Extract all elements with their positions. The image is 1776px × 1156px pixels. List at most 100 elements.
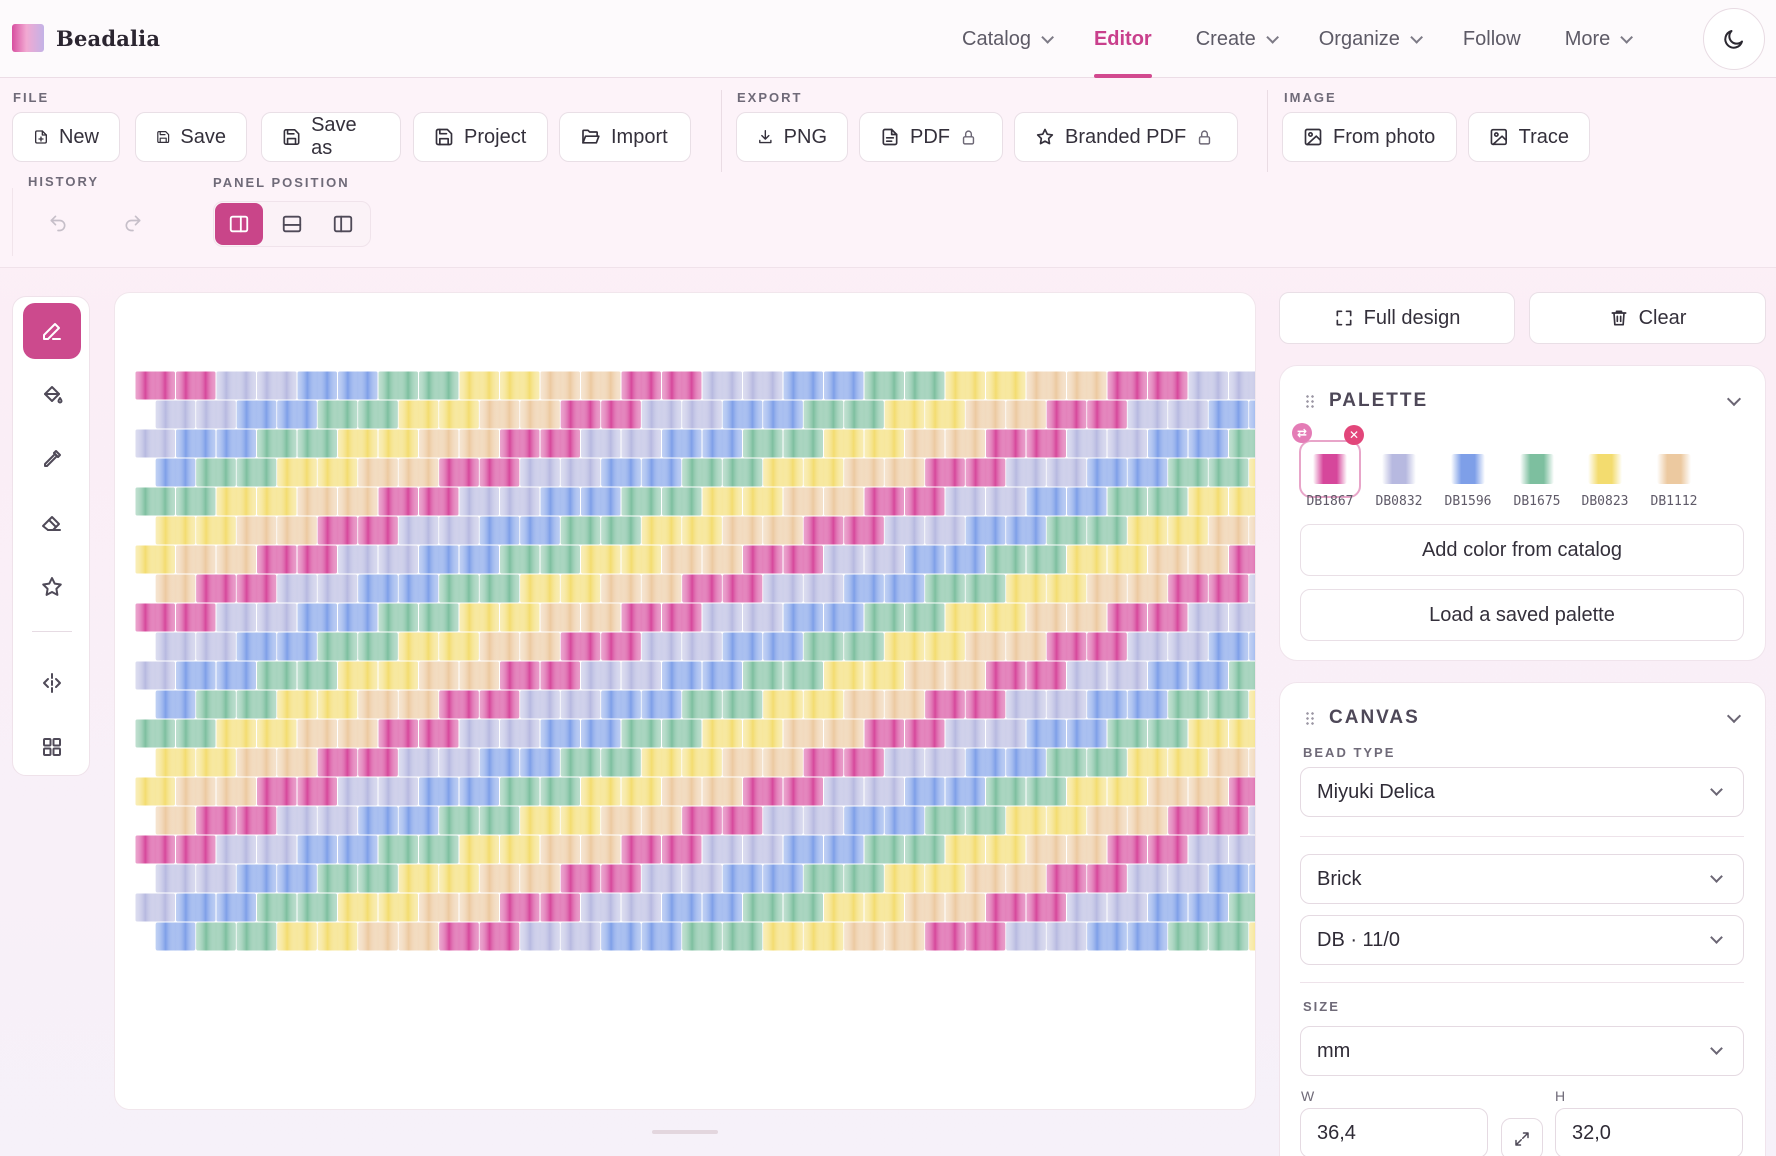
bead-sheen — [236, 748, 277, 777]
bead-sheen — [378, 719, 418, 748]
save-as-button[interactable]: Save as — [261, 112, 401, 162]
pencil-tool[interactable] — [23, 303, 81, 359]
canvas-scroll-handle[interactable] — [652, 1130, 718, 1134]
width-input[interactable]: 36,4 — [1300, 1108, 1488, 1156]
swap-icon[interactable]: ⇄ — [1292, 423, 1312, 443]
nav-item-follow[interactable]: Follow — [1441, 0, 1543, 78]
nav-item-catalog[interactable]: Catalog — [940, 0, 1072, 78]
bead-sheen — [236, 458, 277, 487]
new-button[interactable]: New — [12, 112, 120, 162]
bead-sheen — [1168, 516, 1208, 545]
fill-tool[interactable] — [23, 367, 81, 423]
bead-sheen — [520, 690, 560, 719]
palette-swatch-2[interactable] — [1437, 440, 1499, 498]
unit-value: mm — [1317, 1039, 1351, 1062]
panel-position-right-button[interactable] — [215, 203, 263, 245]
bead-size-select[interactable]: DB · 11/0 — [1300, 915, 1744, 965]
redo-button[interactable] — [103, 201, 163, 245]
nav-item-create[interactable]: Create — [1174, 0, 1297, 78]
file-section-label: FILE — [13, 90, 50, 105]
bead-sheen — [439, 922, 479, 951]
bead-sheen — [581, 661, 621, 690]
bead-sheen — [500, 835, 540, 864]
import-button[interactable]: Import — [559, 112, 691, 162]
clear-button[interactable]: Clear — [1529, 292, 1766, 344]
add-color-from-catalog-button[interactable]: Add color from catalog — [1300, 524, 1744, 576]
bead-type-select[interactable]: Miyuki Delica — [1300, 767, 1744, 817]
bead-sheen — [317, 516, 358, 545]
grid-tool[interactable] — [23, 719, 81, 775]
theme-toggle-button[interactable] — [1703, 8, 1765, 70]
bead-sheen — [196, 922, 236, 951]
bead-sheen — [965, 458, 1006, 487]
bead-sheen — [1006, 516, 1046, 545]
full-design-button[interactable]: Full design — [1279, 292, 1515, 344]
palette-swatch-5[interactable] — [1643, 440, 1705, 498]
palette-swatch-1[interactable] — [1368, 440, 1430, 498]
bead-sheen — [884, 632, 925, 661]
eraser-tool[interactable] — [23, 495, 81, 551]
palette-swatch-3[interactable] — [1506, 440, 1568, 498]
bead-sheen — [459, 545, 499, 574]
panel-position-bottom-button[interactable] — [268, 203, 316, 245]
favorite-tool[interactable] — [23, 559, 81, 615]
project-button[interactable]: Project — [413, 112, 548, 162]
bead-sheen — [884, 864, 925, 893]
bead-sheen — [216, 719, 256, 748]
palette-header[interactable]: PALETTE — [1305, 390, 1428, 412]
bead-sheen — [378, 777, 418, 806]
bead-sheen — [1006, 690, 1046, 719]
bead-sheen — [662, 835, 702, 864]
mirror-tool[interactable] — [23, 655, 81, 711]
bead-sheen — [925, 458, 965, 487]
bead-sheen — [1229, 545, 1255, 574]
canvas-settings-header[interactable]: CANVAS — [1305, 707, 1420, 729]
bead-sheen — [1188, 661, 1228, 690]
nav-item-more[interactable]: More — [1543, 0, 1652, 78]
unit-select[interactable]: mm — [1300, 1026, 1744, 1076]
bead-sheen — [176, 429, 216, 458]
bead-sheen — [398, 748, 439, 777]
bead-sheen — [479, 632, 520, 661]
load-saved-palette-button[interactable]: Load a saved palette — [1300, 589, 1744, 641]
bead-sheen — [1026, 371, 1066, 400]
palette-swatch-0[interactable] — [1299, 440, 1361, 498]
bead-sheen — [641, 400, 682, 429]
nav-item-organize[interactable]: Organize — [1297, 0, 1441, 78]
bead-sheen — [1168, 922, 1208, 951]
bead-sheen — [783, 661, 823, 690]
remove-color-icon[interactable]: ✕ — [1344, 425, 1364, 445]
save-button[interactable]: Save — [135, 112, 247, 162]
chevron-down-icon — [1710, 783, 1723, 796]
export-png-button[interactable]: PNG — [736, 112, 848, 162]
panel-position-left-button[interactable] — [319, 203, 367, 245]
drag-handle-icon[interactable] — [1305, 394, 1315, 408]
bead-sheen — [844, 574, 884, 603]
aspect-ratio-button[interactable] — [1501, 1118, 1543, 1156]
from-photo-button[interactable]: From photo — [1282, 112, 1457, 162]
swatch-color — [1588, 454, 1622, 484]
stitch-select[interactable]: Brick — [1300, 854, 1744, 904]
design-canvas[interactable] — [114, 292, 1256, 1110]
bead-sheen — [1026, 429, 1066, 458]
trace-button[interactable]: Trace — [1468, 112, 1590, 162]
eyedropper-tool[interactable] — [23, 431, 81, 487]
export-pdf-button[interactable]: PDF — [859, 112, 1003, 162]
height-input[interactable]: 32,0 — [1555, 1108, 1743, 1156]
bead-sheen — [257, 545, 297, 574]
bead-sheen — [1148, 371, 1188, 400]
bead-sheen — [581, 487, 621, 516]
brand[interactable]: Beadalia — [12, 24, 160, 52]
bead-sheen — [763, 922, 803, 951]
bead-sheen — [277, 516, 317, 545]
palette-swatch-4[interactable] — [1574, 440, 1636, 498]
bead-sheen — [945, 603, 985, 632]
bead-sheen — [1188, 545, 1228, 574]
undo-button[interactable] — [28, 201, 88, 245]
export-branded-pdf-button[interactable]: Branded PDF — [1014, 112, 1238, 162]
bead-sheen — [682, 922, 722, 951]
bead-sheen — [682, 458, 722, 487]
bead-grid[interactable] — [135, 371, 1256, 1031]
drag-handle-icon[interactable] — [1305, 711, 1315, 725]
nav-item-editor[interactable]: Editor — [1072, 0, 1174, 78]
